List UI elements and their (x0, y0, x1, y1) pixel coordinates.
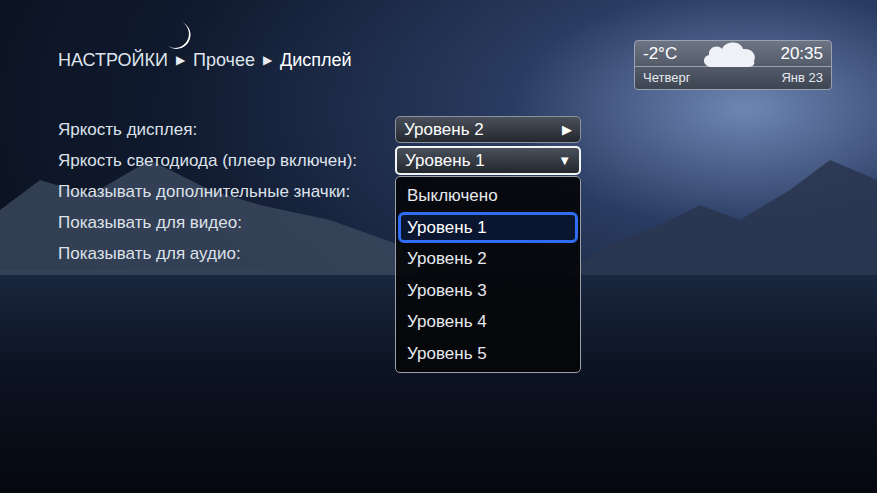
cloud-icon (700, 39, 758, 69)
dropdown-option-label: Уровень 2 (407, 246, 487, 272)
dropdown-option[interactable]: Уровень 3 (398, 275, 578, 307)
weather-time: 20:35 (780, 41, 823, 67)
settings-screen: НАСТРОЙКИ ▶ Прочее ▶ Дисплей -2°C 20:35 Четв… (0, 0, 877, 493)
setting-label: Показывать дополнительные значки: (58, 179, 395, 205)
setting-label: Яркость дисплея: (58, 117, 395, 143)
dropdown-option-label: Уровень 5 (407, 341, 487, 367)
dropdown-option-label: Уровень 4 (407, 309, 487, 335)
setting-value-box[interactable]: Уровень 2 ▶ (395, 116, 581, 144)
setting-label: Яркость светодиода (плеер включен): (58, 148, 395, 174)
setting-label: Показывать для аудио: (58, 241, 395, 267)
breadcrumb-item[interactable]: НАСТРОЙКИ (58, 48, 168, 72)
setting-value: Уровень 1 (405, 148, 485, 174)
setting-value: Уровень 2 (404, 117, 484, 143)
dropdown-option-label: Уровень 1 (407, 215, 487, 241)
dropdown-option[interactable]: Уровень 5 (398, 338, 578, 370)
setting-label: Показывать для видео: (58, 210, 395, 236)
dropdown-option[interactable]: Уровень 2 (398, 243, 578, 275)
weather-widget: -2°C 20:35 Четверг Янв 23 (634, 40, 832, 90)
arrow-icon: ▼ (558, 151, 571, 171)
breadcrumb-separator-icon: ▶ (176, 48, 185, 72)
breadcrumb-item[interactable]: Прочее (193, 48, 255, 72)
breadcrumb-separator-icon: ▶ (263, 48, 272, 72)
breadcrumb-item[interactable]: Дисплей (280, 48, 352, 72)
setting-row[interactable]: Яркость светодиода (плеер включен):Урове… (58, 145, 877, 176)
setting-value-box[interactable]: Уровень 1 ▼ (395, 146, 581, 176)
dropdown-option[interactable]: Уровень 1 (398, 212, 578, 244)
arrow-icon: ▶ (562, 120, 572, 140)
weather-temperature: -2°C (643, 41, 677, 67)
breadcrumb: НАСТРОЙКИ ▶ Прочее ▶ Дисплей (58, 48, 352, 72)
dropdown-option-label: Уровень 3 (407, 278, 487, 304)
dropdown-list: Выключено Уровень 1 Уровень 2 Уровень 3 Уров… (395, 176, 581, 373)
dropdown-option[interactable]: Выключено (398, 180, 578, 212)
weather-day: Четверг (643, 68, 690, 88)
weather-date: Янв 23 (781, 68, 823, 88)
dropdown-option[interactable]: Уровень 4 (398, 306, 578, 338)
dropdown-option-label: Выключено (407, 183, 498, 209)
setting-row[interactable]: Яркость дисплея: Уровень 2 ▶ (58, 114, 877, 145)
moon-icon (164, 20, 194, 52)
